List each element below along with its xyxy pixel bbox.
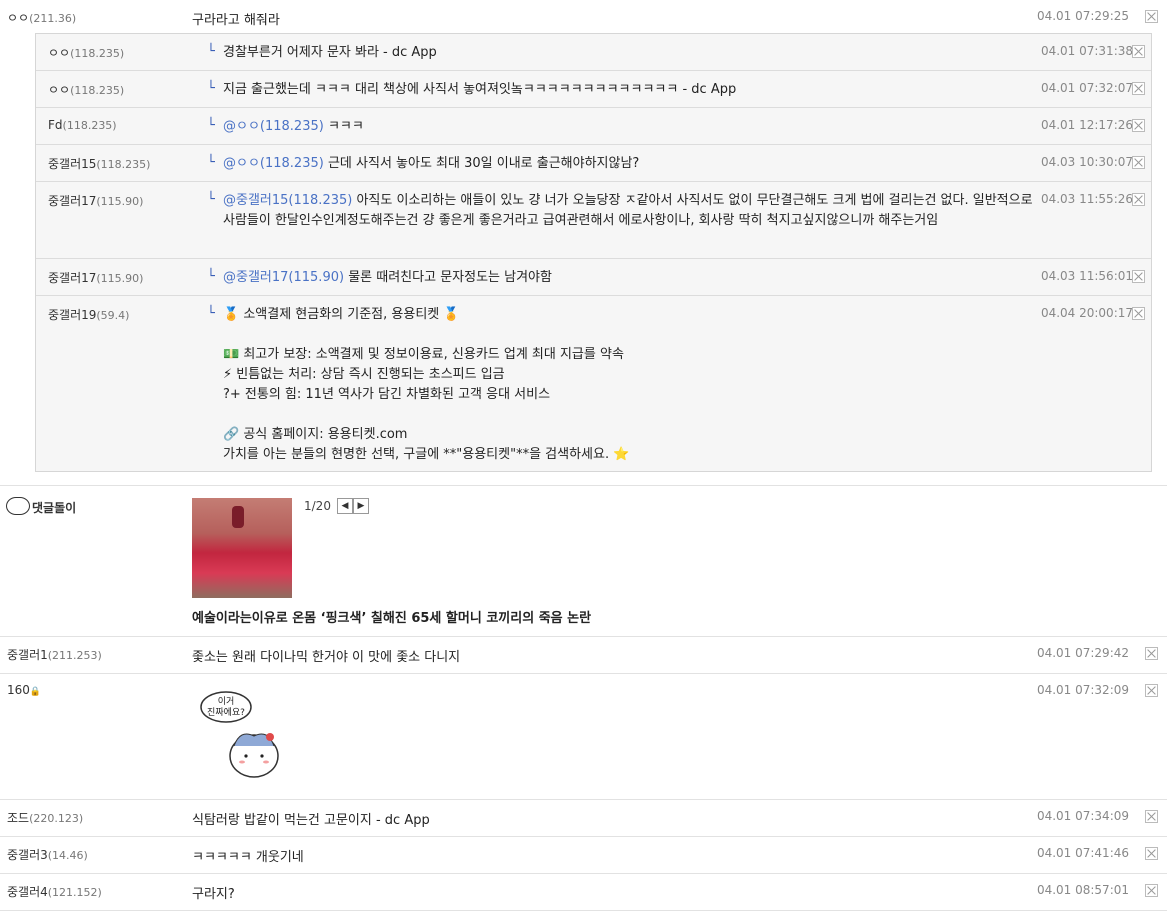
reply-row: Fd(118.235) └ @ㅇㅇ(118.235) ㅋㅋㅋ 04.01 12:1… (36, 108, 1151, 145)
reply-mention[interactable]: @중갤러15(118.235) (223, 193, 352, 208)
comment-date: 04.01 07:29:42 (1036, 646, 1129, 660)
reply-arrow-icon: └ (207, 269, 215, 284)
comment-author[interactable]: 중갤러4(121.152) (7, 883, 102, 900)
reply-author[interactable]: Fd(118.235) (48, 118, 117, 132)
comment-row: 중갤러1(211.253) 좇소는 원래 다이나믹 한거야 이 맛에 좇소 다니… (0, 637, 1167, 674)
delete-icon[interactable] (1132, 45, 1145, 58)
comment-row: ㅇㅇ(211.36) 구라라고 해줘라 04.01 07:29:25 ㅇㅇ(11… (0, 0, 1167, 486)
sticker-image: 이거 진짜에요? (200, 691, 279, 778)
comment-author[interactable]: 중갤러1(211.253) (7, 646, 102, 663)
delete-icon[interactable] (1145, 647, 1158, 660)
reply-text: 💵 최고가 보장: 소액결제 및 정보이용료, 신용카드 업계 최대 지급를 약… (223, 347, 624, 362)
reply-row: 중갤러19(59.4) └ 🏅 소액결제 현금화의 기준점, 용용티켓 🏅 💵 최고… (36, 296, 1151, 471)
reply-author[interactable]: 중갤러17(115.90) (48, 192, 143, 209)
reply-date: 04.01 12:17:26 (1040, 118, 1133, 132)
comment-text: 식탐러랑 밥같이 먹는건 고문이지 - dc App (192, 813, 430, 828)
comment-date: 04.01 07:41:46 (1036, 846, 1129, 860)
delete-icon[interactable] (1145, 810, 1158, 823)
reply-text: 경찰부른거 어제자 문자 봐라 - dc App (223, 45, 437, 60)
comment-date: 04.01 08:57:01 (1036, 883, 1129, 897)
reply-arrow-icon: └ (207, 192, 215, 207)
reply-author[interactable]: 중갤러15(118.235) (48, 155, 150, 172)
reply-row: ㅇㅇ(118.235) └ 경찰부른거 어제자 문자 봐라 - dc App 04… (36, 34, 1151, 71)
news-headline[interactable]: 예술이라는이유로 온몸 ‘핑크색’ 칠해진 65세 할머니 코끼리의 죽음 논란 (192, 607, 591, 626)
reply-text: ?+ 전통의 힘: 11년 역사가 담긴 차별화된 고객 응대 서비스 (223, 387, 551, 402)
reply-date: 04.01 07:32:07 (1040, 81, 1133, 95)
delete-icon[interactable] (1145, 847, 1158, 860)
news-thumbnail[interactable] (192, 498, 292, 598)
delete-icon[interactable] (1132, 82, 1145, 95)
comment-date: 04.01 07:32:09 (1036, 683, 1129, 697)
bot-face-icon (6, 497, 30, 515)
reply-text: 가치를 아는 분들의 현명한 선택, 구글에 **"용용티켓"**을 검색하세요… (223, 447, 630, 462)
reply-row: 중갤러17(115.90) └ @중갤러15(118.235) 아직도 이소리하는… (36, 182, 1151, 259)
reply-text: 근데 사직서 놓아도 최대 30일 이내로 출근해야하지않남? (327, 156, 640, 171)
reply-text: 🔗 공식 홈페이지: 용용티켓.com (223, 427, 408, 442)
delete-icon[interactable] (1132, 193, 1145, 206)
reply-author[interactable]: 중갤러19(59.4) (48, 306, 129, 323)
lock-icon: 🔒 (29, 687, 42, 697)
delete-icon[interactable] (1132, 307, 1145, 320)
reply-text: 물론 때려친다고 문자정도는 남겨야함 (348, 270, 552, 285)
comment-text: 구라라고 해줘라 (192, 13, 280, 28)
comment-row: 중갤러3(14.46) ㅋㅋㅋㅋㅋ 개웃기네 04.01 07:41:46 (0, 837, 1167, 874)
comment-text: 좇소는 원래 다이나믹 한거야 이 맛에 좇소 다니지 (192, 650, 461, 665)
reply-mention[interactable]: @ㅇㅇ(118.235) (223, 156, 324, 171)
reply-arrow-icon: └ (207, 118, 215, 133)
reply-arrow-icon: └ (207, 44, 215, 59)
comment-row: 중갤러4(121.152) 구라지? 04.01 08:57:01 (0, 874, 1167, 911)
reply-row: ㅇㅇ(118.235) └ 지금 출근했는데 ㅋㅋㅋ 대리 책상에 사직서 놓여져… (36, 71, 1151, 108)
reply-date: 04.03 11:56:01 (1040, 269, 1133, 283)
delete-icon[interactable] (1132, 156, 1145, 169)
bot-author: 댓글돌이 (32, 501, 77, 515)
delete-icon[interactable] (1145, 684, 1158, 697)
comment-author[interactable]: 중갤러3(14.46) (7, 846, 88, 863)
delete-icon[interactable] (1132, 270, 1145, 283)
bot-comment-row: 댓글돌이 1/20 ◀ ▶ 예술이라는이유로 온몸 ‘핑크색’ 칠해진 65세 … (0, 486, 1167, 637)
reply-list: ㅇㅇ(118.235) └ 경찰부른거 어제자 문자 봐라 - dc App 04… (35, 33, 1152, 472)
comment-date: 04.01 07:34:09 (1036, 809, 1129, 823)
comment-row: 160🔒 이거 진짜에요? 04.01 07:32:09 (0, 674, 1167, 800)
reply-text: 지금 출근했는데 ㅋㅋㅋ 대리 책상에 사직서 놓여져잇놐ㅋㅋㅋㅋㅋㅋㅋㅋㅋㅋㅋ… (223, 82, 737, 97)
reply-row: 중갤러17(115.90) └ @중갤러17(115.90) 물론 때려친다고 문… (36, 259, 1151, 296)
reply-text: ㅋㅋㅋ (327, 119, 364, 134)
pager-count: 1/20 (304, 499, 331, 513)
reply-arrow-icon: └ (207, 155, 215, 170)
comment-row: 조드(220.123) 식탐러랑 밥같이 먹는건 고문이지 - dc App 0… (0, 800, 1167, 837)
prev-icon[interactable]: ◀ (337, 498, 353, 514)
reply-date: 04.03 10:30:07 (1040, 155, 1133, 169)
reply-mention[interactable]: @중갤러17(115.90) (223, 270, 344, 285)
reply-author[interactable]: ㅇㅇ(118.235) (48, 81, 124, 98)
reply-date: 04.04 20:00:17 (1040, 306, 1133, 320)
delete-icon[interactable] (1132, 119, 1145, 132)
reply-text: 🏅 소액결제 현금화의 기준점, 용용티켓 🏅 (223, 307, 460, 322)
comment-text: 구라지? (192, 887, 235, 902)
svg-text:이거: 이거 (218, 696, 235, 707)
comment-text: ㅋㅋㅋㅋㅋ 개웃기네 (192, 850, 304, 865)
delete-icon[interactable] (1145, 10, 1158, 23)
svg-text:진짜에요?: 진짜에요? (207, 707, 245, 718)
reply-date: 04.01 07:31:38 (1040, 44, 1133, 58)
delete-icon[interactable] (1145, 884, 1158, 897)
reply-mention[interactable]: @ㅇㅇ(118.235) (223, 119, 324, 134)
reply-arrow-icon: └ (207, 81, 215, 96)
reply-row: 중갤러15(118.235) └ @ㅇㅇ(118.235) 근데 사직서 놓아도 … (36, 145, 1151, 182)
reply-arrow-icon: └ (207, 306, 215, 321)
comment-author[interactable]: 조드(220.123) (7, 809, 83, 826)
reply-author[interactable]: 중갤러17(115.90) (48, 269, 143, 286)
next-icon[interactable]: ▶ (353, 498, 369, 514)
reply-text: ⚡ 빈틈없는 처리: 상담 즉시 진행되는 초스피드 입금 (223, 367, 505, 382)
reply-date: 04.03 11:55:26 (1040, 192, 1133, 206)
comment-author[interactable]: 160🔒 (7, 683, 41, 697)
comment-author[interactable]: ㅇㅇ(211.36) (7, 9, 76, 26)
reply-author[interactable]: ㅇㅇ(118.235) (48, 44, 124, 61)
comment-date: 04.01 07:29:25 (1036, 9, 1129, 23)
